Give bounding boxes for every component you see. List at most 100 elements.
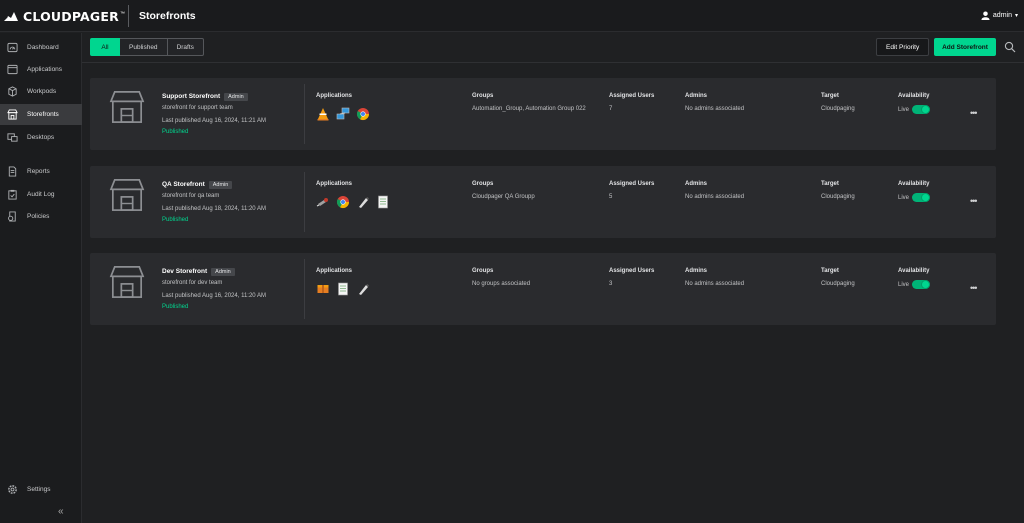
- more-options-icon[interactable]: •••: [970, 283, 978, 293]
- divider: [304, 84, 305, 144]
- groups-value: No groups associated: [472, 281, 531, 287]
- applications-header: Applications: [316, 181, 353, 187]
- groups-header: Groups: [472, 268, 494, 274]
- availability-control: Live: [898, 280, 931, 289]
- more-options-icon[interactable]: •••: [970, 196, 978, 206]
- sidebar-item-settings[interactable]: Settings: [0, 479, 82, 500]
- applications-icon: [6, 64, 18, 76]
- vlc-icon[interactable]: [316, 107, 330, 121]
- logo-text: CLOUDPAGER: [23, 9, 119, 24]
- storefront-description: storefront for support team: [162, 105, 233, 111]
- availability-header: Availability: [898, 93, 930, 99]
- storefront-name[interactable]: Dev Storefront Admin: [162, 268, 235, 276]
- divider: [304, 172, 305, 232]
- policies-icon: [6, 211, 18, 223]
- chrome-icon[interactable]: [336, 195, 350, 209]
- target-value: Cloudpaging: [821, 281, 855, 287]
- last-published: Last published Aug 18, 2024, 11:20 AM: [162, 206, 266, 212]
- status-badge: Published: [162, 304, 189, 310]
- network-computers-icon[interactable]: [336, 107, 350, 121]
- sidebar-item-label: Settings: [27, 486, 51, 493]
- search-icon[interactable]: [1004, 41, 1016, 53]
- sidebar-item-workpods[interactable]: Workpods: [0, 81, 82, 102]
- admin-badge: Admin: [224, 93, 248, 101]
- user-menu[interactable]: admin ▾: [981, 11, 1018, 20]
- storefront-icon: [6, 109, 18, 121]
- applications-list: [316, 282, 370, 296]
- storefront-card[interactable]: Support Storefront Admin storefront for s…: [90, 78, 996, 150]
- cloud-logo-icon: [4, 12, 18, 21]
- collapse-sidebar-icon[interactable]: «: [58, 506, 64, 517]
- storefront-name[interactable]: Support Storefront Admin: [162, 93, 248, 101]
- sidebar-item-label: Policies: [27, 213, 50, 220]
- target-header: Target: [821, 181, 839, 187]
- availability-value: Live: [898, 106, 910, 113]
- chevron-down-icon: ▾: [1014, 13, 1018, 19]
- applications-list: [316, 195, 390, 209]
- live-toggle[interactable]: [912, 193, 931, 202]
- storefront-card[interactable]: Dev Storefront Admin storefront for dev t…: [90, 253, 996, 325]
- storefront-card[interactable]: QA Storefront Admin storefront for qa tea…: [90, 166, 996, 238]
- pen-tool-icon[interactable]: [356, 282, 370, 296]
- filter-tabs: All Published Drafts: [90, 38, 204, 56]
- live-toggle[interactable]: [912, 280, 931, 289]
- tab-published[interactable]: Published: [120, 38, 168, 56]
- pen-tool-icon[interactable]: [356, 195, 370, 209]
- sidebar-item-desktops[interactable]: Desktops: [0, 127, 82, 148]
- groups-header: Groups: [472, 93, 494, 99]
- dashboard-icon: [6, 42, 18, 54]
- admins-header: Admins: [685, 93, 708, 99]
- sidebar: Dashboard Applications Workpods Storefro…: [0, 33, 82, 523]
- cloudpager-logo[interactable]: CLOUDPAGER ™: [4, 9, 125, 24]
- network-tool-icon[interactable]: [316, 195, 330, 209]
- tab-all[interactable]: All: [90, 38, 120, 56]
- storefront-icon: [109, 266, 145, 298]
- sidebar-item-audit-log[interactable]: Audit Log: [0, 184, 82, 205]
- storefront-icon: [109, 179, 145, 211]
- sidebar-item-reports[interactable]: Reports: [0, 161, 82, 182]
- audit-log-icon: [6, 189, 18, 201]
- storefront-description: storefront for dev team: [162, 280, 223, 286]
- sidebar-item-policies[interactable]: Policies: [0, 206, 82, 227]
- availability-header: Availability: [898, 268, 930, 274]
- live-toggle[interactable]: [912, 105, 931, 114]
- availability-header: Availability: [898, 181, 930, 187]
- admins-value: No admins associated: [685, 194, 745, 200]
- assigned-users-header: Assigned Users: [609, 268, 655, 274]
- top-bar: CLOUDPAGER ™ Storefronts admin ▾: [0, 0, 1024, 32]
- availability-control: Live: [898, 193, 931, 202]
- assigned-users-value: 7: [609, 106, 613, 112]
- reports-icon: [6, 166, 18, 178]
- last-published: Last published Aug 16, 2024, 11:20 AM: [162, 293, 266, 299]
- user-name: admin: [992, 12, 1012, 19]
- sidebar-item-dashboard[interactable]: Dashboard: [0, 37, 82, 58]
- add-storefront-button[interactable]: Add Storefront: [934, 38, 996, 56]
- chrome-icon[interactable]: [356, 107, 370, 121]
- notepad-icon[interactable]: [376, 195, 390, 209]
- target-header: Target: [821, 93, 839, 99]
- more-options-icon[interactable]: •••: [970, 108, 978, 118]
- status-badge: Published: [162, 129, 189, 135]
- sidebar-item-storefronts[interactable]: Storefronts: [0, 104, 82, 125]
- target-value: Cloudpaging: [821, 106, 855, 112]
- target-value: Cloudpaging: [821, 194, 855, 200]
- sidebar-item-label: Dashboard: [27, 44, 59, 51]
- workpods-icon: [6, 86, 18, 98]
- last-published: Last published Aug 16, 2024, 11:21 AM: [162, 118, 266, 124]
- storefront-name[interactable]: QA Storefront Admin: [162, 181, 233, 189]
- notepad-icon[interactable]: [336, 282, 350, 296]
- package-icon[interactable]: [316, 282, 330, 296]
- sidebar-item-label: Desktops: [27, 134, 55, 141]
- applications-header: Applications: [316, 93, 353, 99]
- sidebar-item-applications[interactable]: Applications: [0, 59, 82, 80]
- toolbar: All Published Drafts Edit Priority Add S…: [82, 33, 1024, 63]
- applications-header: Applications: [316, 268, 353, 274]
- availability-control: Live: [898, 105, 931, 114]
- user-icon: [981, 11, 990, 20]
- tab-drafts[interactable]: Drafts: [167, 38, 204, 56]
- applications-list: [316, 107, 370, 121]
- title-divider: [128, 5, 129, 27]
- admins-header: Admins: [685, 268, 708, 274]
- storefront-description: storefront for qa team: [162, 193, 220, 199]
- edit-priority-button[interactable]: Edit Priority: [876, 38, 930, 56]
